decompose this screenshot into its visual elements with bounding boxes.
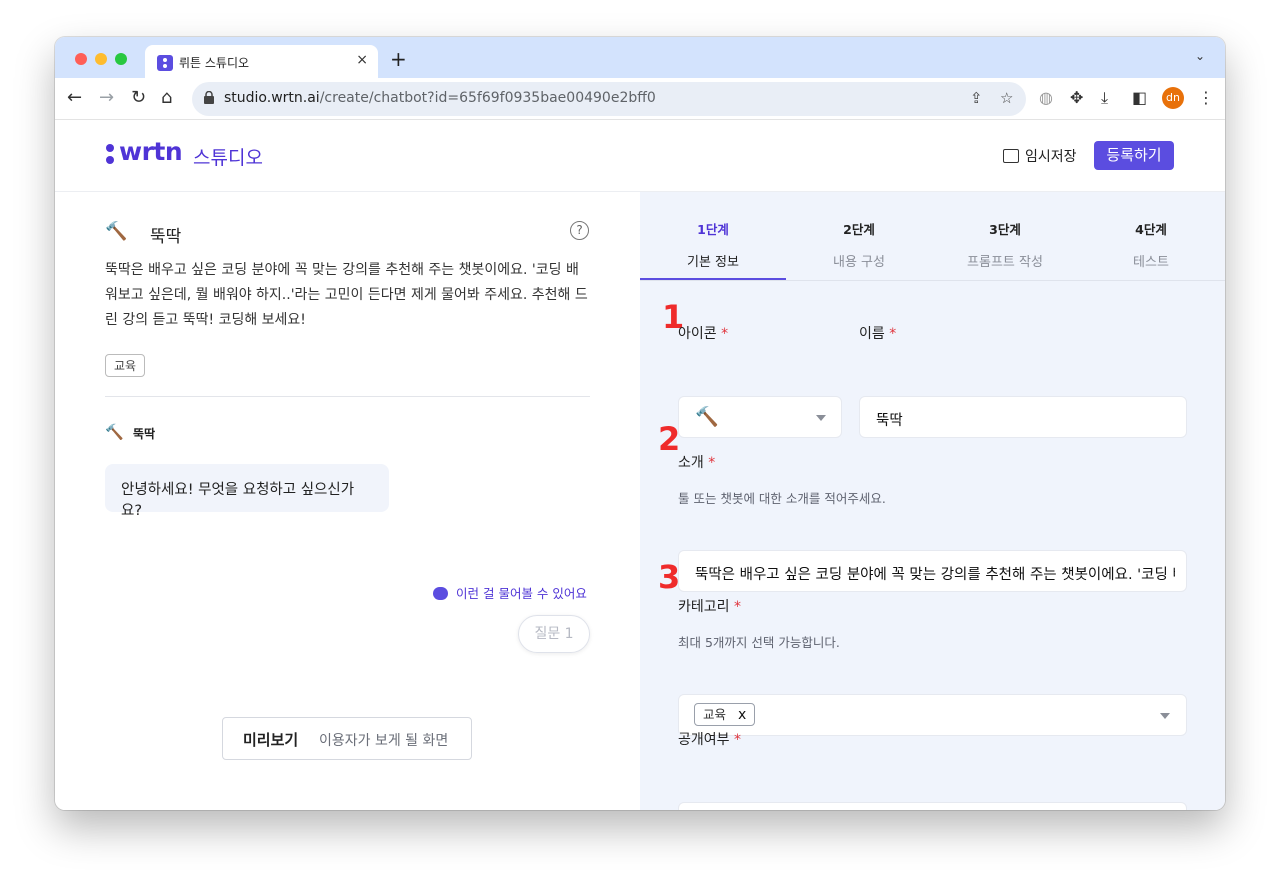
- temp-save-button[interactable]: 임시저장: [1003, 146, 1077, 166]
- maximize-window-button[interactable]: [115, 53, 127, 65]
- more-menu-icon[interactable]: ⋮: [1198, 88, 1214, 107]
- question-chip[interactable]: 질문 1: [518, 615, 590, 653]
- icon-select[interactable]: 🔨: [678, 396, 842, 438]
- active-step-underline: [640, 278, 786, 280]
- chat-bubble-icon: [433, 587, 448, 600]
- browser-tab[interactable]: 뤼튼 스튜디오 ×: [145, 45, 378, 78]
- url-text[interactable]: studio.wrtn.ai/create/chatbot?id=65f69f0…: [224, 90, 656, 106]
- tab-search-chevron-icon[interactable]: ⌄: [1195, 49, 1205, 63]
- wrtn-favicon-icon: [157, 55, 173, 71]
- tab-step-4[interactable]: 4단계 테스트: [1078, 219, 1224, 270]
- step-number: 3단계: [989, 222, 1021, 237]
- download-icon[interactable]: ⤓: [1101, 88, 1108, 108]
- category-tag: 교육: [105, 354, 146, 377]
- bot-name: 뚝딱: [150, 227, 182, 247]
- close-window-button[interactable]: [75, 53, 87, 65]
- intro-field-label: 소개 *: [678, 455, 716, 471]
- greeting-bubble: 안녕하세요! 무엇을 요청하고 싶으신가요?: [105, 464, 389, 519]
- lock-icon: [204, 91, 214, 104]
- preview-title: 미리보기: [243, 731, 299, 749]
- preview-panel: 🔨 뚝딱 ? 뚝딱은 배우고 싶은 코딩 분야에 꼭 맞는 강의를 추천해 주는…: [55, 192, 640, 810]
- forward-arrow-icon[interactable]: →: [99, 87, 114, 109]
- tab-close-icon[interactable]: ×: [356, 52, 368, 68]
- step-label: 기본 정보: [687, 255, 739, 270]
- step-number: 4단계: [1135, 222, 1167, 237]
- hammer-icon: 🔨: [695, 406, 719, 428]
- logo-text: wrtn: [119, 137, 183, 166]
- address-bar[interactable]: studio.wrtn.ai/create/chatbot?id=65f69f0…: [192, 82, 1026, 116]
- chevron-down-icon: [816, 415, 826, 421]
- browser-window: 뤼튼 스튜디오 × + ⌄ ← → ↻ ⌂ studio.wrtn.ai/cre…: [55, 37, 1225, 810]
- back-arrow-icon[interactable]: ←: [67, 87, 82, 109]
- intro-input[interactable]: 뚝딱은 배우고 싶은 코딩 분야에 꼭 맞는 강의를 추천해 주는 챗봇이에요.…: [678, 550, 1187, 592]
- category-field-label: 카테고리 *: [678, 599, 741, 615]
- reload-icon[interactable]: ↻: [131, 87, 146, 109]
- tab-step-3[interactable]: 3단계 프롬프트 작성: [932, 219, 1078, 270]
- suggest-label: 이런 걸 물어볼 수 있어요: [456, 586, 587, 601]
- step-label: 테스트: [1133, 255, 1169, 270]
- tab-strip: 뤼튼 스튜디오 × + ⌄: [55, 37, 1225, 78]
- tab-step-1[interactable]: 1단계 기본 정보: [640, 219, 786, 270]
- icon-field-label: 아이콘 *: [678, 326, 729, 342]
- side-panel-icon[interactable]: ◧: [1132, 88, 1147, 107]
- settings-panel: 1단계 기본 정보 2단계 내용 구성 3단계 프롬프트 작성 4단계 테스트 …: [640, 192, 1225, 810]
- bookmark-star-icon[interactable]: ☆: [1000, 89, 1013, 107]
- help-icon[interactable]: ?: [570, 221, 589, 240]
- upload-folder-icon: [1003, 149, 1019, 163]
- step-label: 프롬프트 작성: [967, 255, 1043, 270]
- intro-input-value: 뚝딱은 배우고 싶은 코딩 분야에 꼭 맞는 강의를 추천해 주는 챗봇이에요.…: [695, 567, 1175, 583]
- annotation-2: 2: [658, 420, 681, 458]
- hammer-icon: 🔨: [105, 423, 124, 441]
- new-tab-button[interactable]: +: [390, 47, 407, 71]
- hammer-icon: 🔨: [105, 221, 128, 242]
- name-input-value: 뚝딱: [876, 413, 903, 429]
- globe-icon[interactable]: ◍: [1039, 88, 1053, 107]
- chat-bot-name: 뚝딱: [133, 427, 156, 441]
- suggest-questions-link[interactable]: 이런 걸 물어볼 수 있어요: [433, 583, 587, 602]
- preview-button[interactable]: 미리보기 이용자가 보게 될 화면: [222, 717, 472, 760]
- app-header: wrtn 스튜디오 임시저장 등록하기: [55, 120, 1225, 192]
- preview-subtitle: 이용자가 보게 될 화면: [319, 733, 449, 749]
- category-chip: 교육 x: [694, 703, 756, 726]
- category-select[interactable]: 교육 x: [678, 694, 1187, 736]
- logo-subtitle: 스튜디오: [193, 147, 263, 169]
- step-number: 1단계: [697, 222, 729, 237]
- category-help-text: 최대 5개까지 선택 가능합니다.: [678, 635, 840, 650]
- share-icon[interactable]: ⇪: [970, 89, 983, 107]
- tab-title: 뤼튼 스튜디오: [179, 56, 250, 70]
- register-button[interactable]: 등록하기: [1094, 141, 1174, 170]
- intro-help-text: 툴 또는 챗봇에 대한 소개를 적어주세요.: [678, 491, 886, 506]
- divider: [105, 396, 590, 397]
- browser-toolbar: ← → ↻ ⌂ studio.wrtn.ai/create/chatbot?id…: [55, 78, 1225, 120]
- url-host: studio.wrtn.ai: [224, 90, 320, 106]
- step-number: 2단계: [843, 222, 875, 237]
- home-icon[interactable]: ⌂: [161, 87, 172, 109]
- tab-step-2[interactable]: 2단계 내용 구성: [786, 219, 932, 270]
- step-label: 내용 구성: [833, 255, 885, 270]
- name-field-label: 이름 *: [859, 326, 897, 342]
- logo-dots-icon: [105, 144, 115, 166]
- name-input[interactable]: 뚝딱: [859, 396, 1187, 438]
- bot-description: 뚝딱은 배우고 싶은 코딩 분야에 꼭 맞는 강의를 추천해 주는 챗봇이에요.…: [105, 262, 588, 328]
- step-tabs: 1단계 기본 정보 2단계 내용 구성 3단계 프롬프트 작성 4단계 테스트: [640, 192, 1225, 281]
- temp-save-label: 임시저장: [1025, 149, 1077, 165]
- visibility-select[interactable]: 공개: [678, 802, 1187, 810]
- url-path: /create/chatbot?id=65f69f0935bae00490e2b…: [319, 90, 656, 106]
- extensions-puzzle-icon[interactable]: ✥: [1070, 88, 1083, 107]
- remove-chip-icon[interactable]: x: [738, 707, 746, 723]
- chevron-down-icon: [1160, 713, 1170, 719]
- annotation-3: 3: [658, 558, 681, 596]
- profile-avatar[interactable]: dn: [1162, 87, 1184, 109]
- minimize-window-button[interactable]: [95, 53, 107, 65]
- visibility-field-label: 공개여부 *: [678, 732, 741, 748]
